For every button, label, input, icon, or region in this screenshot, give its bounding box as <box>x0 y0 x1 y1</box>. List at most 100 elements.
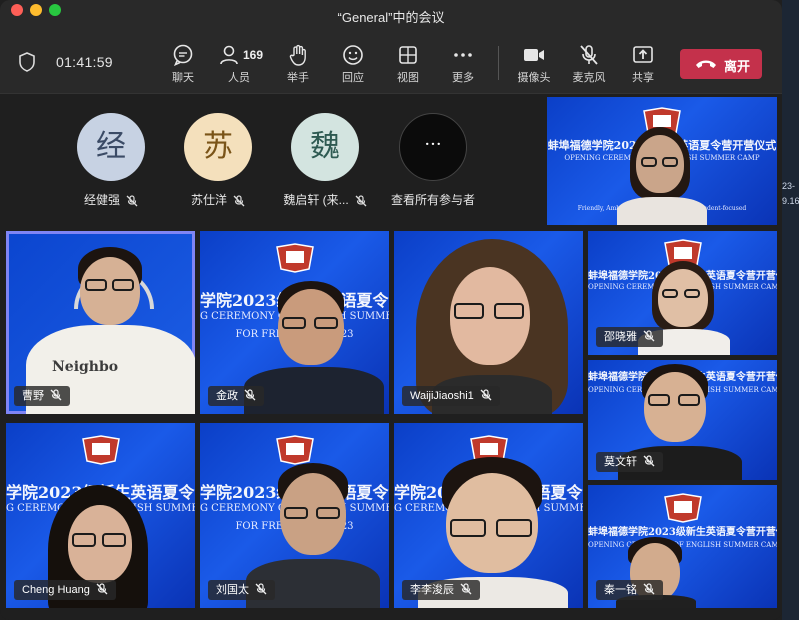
meeting-toolbar: 01:41:59 聊天 169 人员 举手 回应 视图 更多 摄像头 麦克风 共… <box>0 30 782 94</box>
avatar: 经 <box>77 113 145 181</box>
roster-name: 魏启轩 (来... <box>283 193 349 207</box>
roster-item[interactable]: 魏 魏启轩 (来... <box>270 113 380 213</box>
participant-name: 邵晓雅 <box>596 327 663 347</box>
participant-name-text: 秦一铭 <box>604 584 637 596</box>
background-window-edge: 23- 9.16 <box>782 0 799 620</box>
microphone-button[interactable]: 麦克风 <box>566 40 612 86</box>
mic-off-icon <box>96 583 108 595</box>
react-label: 回应 <box>342 72 364 84</box>
mic-off-icon <box>460 583 472 595</box>
mic-off-icon <box>233 195 245 207</box>
participant-name-text: WaijiJiaoshi1 <box>410 390 474 402</box>
participant-name-text: Cheng Huang <box>22 584 90 596</box>
mic-off-icon <box>643 583 655 595</box>
roster-item[interactable]: 苏 苏仕洋 <box>163 113 273 213</box>
video-tile[interactable]: 蚌埠福德学院2023级新生英语夏令营开营仪式 OPENING CEREMONY … <box>588 485 777 608</box>
video-tile[interactable]: WaijiJiaoshi1 <box>394 231 583 414</box>
mic-off-icon <box>244 389 256 401</box>
participant-name: 李李浚辰 <box>402 580 480 600</box>
crest-logo <box>81 435 120 465</box>
roster-name: 经健强 <box>83 193 120 207</box>
video-tile[interactable]: 学院2023级新生英语夏令营开 G CEREMONY OF ENGLISH SU… <box>200 423 389 608</box>
people-label: 人员 <box>228 72 250 84</box>
chat-button[interactable]: 聊天 <box>160 40 206 86</box>
edge-text: 9.16 <box>782 196 799 206</box>
video-tile[interactable]: 学院2023级新生英语夏令营开 G CEREMONY OF ENGLISH SU… <box>6 423 195 608</box>
leave-button[interactable]: 离开 <box>680 49 762 79</box>
people-button[interactable]: 169 人员 <box>216 40 264 86</box>
leave-label: 离开 <box>724 59 751 74</box>
mic-off-icon <box>580 45 598 65</box>
smiley-icon <box>343 45 363 65</box>
camera-label: 摄像头 <box>517 72 551 84</box>
grid-view-icon <box>399 46 417 64</box>
share-label: 共享 <box>632 72 654 84</box>
video-tile[interactable]: 蚌埠福德学院2023级新生英语夏令营开营仪式 OPENING CEREMONY … <box>588 231 777 355</box>
participant-video <box>617 123 709 225</box>
meeting-timer: 01:41:59 <box>56 54 113 70</box>
meeting-stage: 经 经健强 苏 苏仕洋 魏 魏启轩 (来... ··· 查看所有参与者 蚌埠福德… <box>0 95 782 620</box>
camera-button[interactable]: 摄像头 <box>511 40 557 86</box>
view-all-participants-button[interactable]: ··· 查看所有参与者 <box>378 113 488 213</box>
video-tile[interactable]: 蚌埠福德学院2023级新生英语夏令营开营仪式 OPENING CEREMONY … <box>547 97 777 225</box>
mic-off-icon <box>255 583 267 595</box>
crest-logo <box>275 243 314 273</box>
avatar: 魏 <box>291 113 359 181</box>
participant-name: WaijiJiaoshi1 <box>402 386 500 406</box>
video-tile[interactable]: Neighbo 曹野 <box>6 231 195 414</box>
crest-logo <box>663 493 702 523</box>
view-button[interactable]: 视图 <box>385 40 431 86</box>
edge-text: 23- <box>782 181 796 191</box>
people-count: 169 <box>243 48 264 62</box>
video-tile[interactable]: 学院2023级新生英语夏令营开 G CEREMONY OF ENGLISH SU… <box>394 423 583 608</box>
share-screen-icon <box>633 46 653 63</box>
raise-hand-label: 举手 <box>287 72 309 84</box>
participant-name: 金政 <box>208 386 264 406</box>
view-all-participants-label: 查看所有参与者 <box>390 193 475 207</box>
participant-name: Cheng Huang <box>14 580 116 600</box>
avatar: 苏 <box>184 113 252 181</box>
participant-name-text: 邵晓雅 <box>604 331 637 343</box>
title-bar: “General”中的会议 <box>0 0 782 30</box>
react-button[interactable]: 回应 <box>330 40 376 86</box>
more-dots-icon <box>454 53 472 57</box>
banner-title: 蚌埠福德学院2023级新生英语夏令营开营仪式 <box>588 527 777 538</box>
chat-label: 聊天 <box>172 72 194 84</box>
mic-off-icon <box>480 389 492 401</box>
participant-name: 刘国太 <box>208 580 275 600</box>
mic-off-icon <box>126 195 138 207</box>
hang-up-icon <box>696 60 716 68</box>
mic-off-icon <box>643 330 655 342</box>
participant-name: 莫文轩 <box>596 452 663 472</box>
more-dots-icon: ··· <box>399 113 467 181</box>
participant-name-text: 李李浚辰 <box>410 584 454 596</box>
more-label: 更多 <box>452 72 474 84</box>
window-title: “General”中的会议 <box>337 10 445 25</box>
video-tile[interactable]: 学院2023级新生英语夏令营开 G CEREMONY OF ENGLISH SU… <box>200 231 389 414</box>
raise-hand-icon <box>289 44 306 66</box>
share-button[interactable]: 共享 <box>620 40 666 86</box>
mic-off-icon <box>50 389 62 401</box>
roster-name: 苏仕洋 <box>190 193 227 207</box>
toolbar-divider <box>498 46 499 80</box>
people-icon <box>220 45 238 65</box>
participant-name-text: 莫文轩 <box>604 456 637 468</box>
participant-name: 秦一铭 <box>596 580 663 600</box>
participant-name-text: 曹野 <box>22 390 44 402</box>
participant-name-text: 金政 <box>216 390 238 402</box>
shield-icon[interactable] <box>18 52 36 72</box>
participant-name-text: 刘国太 <box>216 584 249 596</box>
chat-icon <box>173 44 193 66</box>
mic-off-icon <box>355 195 367 207</box>
raise-hand-button[interactable]: 举手 <box>275 40 321 86</box>
meeting-window: “General”中的会议 01:41:59 聊天 169 人员 举手 回应 视… <box>0 0 782 620</box>
view-label: 视图 <box>397 72 419 84</box>
roster-item[interactable]: 经 经健强 <box>56 113 166 213</box>
more-button[interactable]: 更多 <box>440 40 486 86</box>
microphone-label: 麦克风 <box>572 72 606 84</box>
video-tile[interactable]: 蚌埠福德学院2023级新生英语夏令营开营仪式 OPENING CEREMONY … <box>588 360 777 480</box>
camera-icon <box>524 49 544 61</box>
participant-name: 曹野 <box>14 386 70 406</box>
crest-logo <box>275 435 314 465</box>
mic-off-icon <box>643 455 655 467</box>
